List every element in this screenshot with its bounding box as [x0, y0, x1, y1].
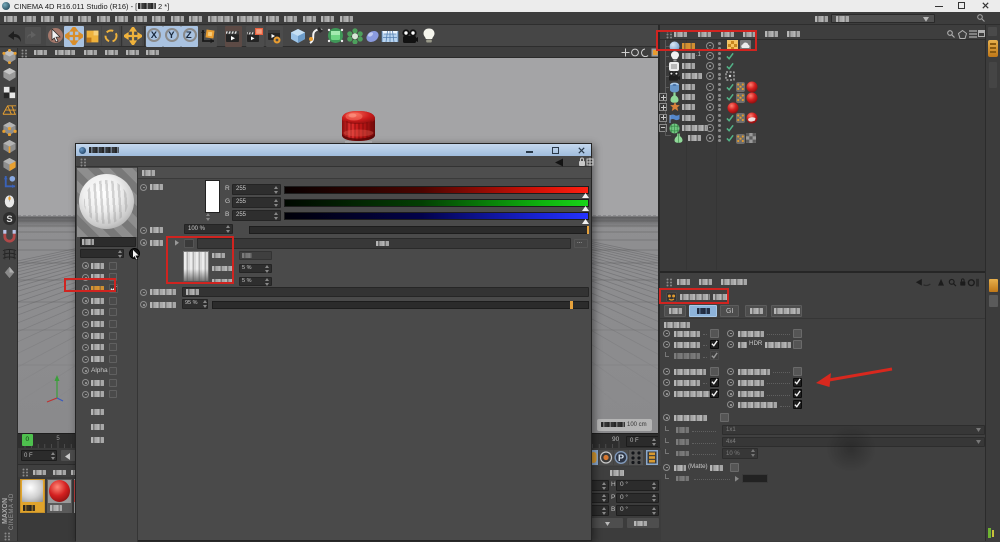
svg-text:5: 5	[56, 436, 60, 442]
svg-text:P: P	[618, 453, 624, 463]
svg-text:S: S	[6, 214, 12, 224]
